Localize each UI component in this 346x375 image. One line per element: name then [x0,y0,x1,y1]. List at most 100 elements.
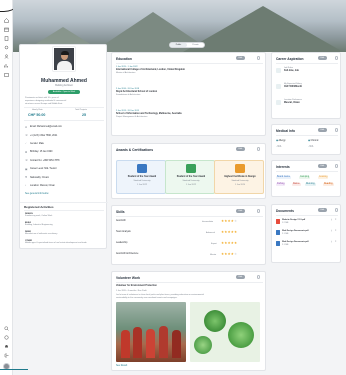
skills-card: Skills Edit AutoCAD Intermediate ★★★★★ T… [111,205,266,265]
medical-chronic-value: ◦ N/A [308,146,314,148]
logout-icon[interactable] [4,352,10,358]
more-options-icon[interactable] [335,164,339,168]
left-nav-rail [0,0,24,375]
career-aspiration-card: Career Aspiration Edit Job Roles Full-ti… [271,52,341,119]
education-title: Education [116,57,132,61]
list-item: My Expected Salary CHF 5000/Month [276,83,338,99]
profile-bio: Passionate architect with 10+ years of ex… [25,97,67,105]
bell-icon[interactable] [4,343,10,349]
volunteer-description: Led a team of volunteers to clean local … [116,294,204,299]
location-icon [276,100,281,105]
edit-career-button[interactable]: Edit [318,56,327,60]
medical-allergy: ◉ Allergy [276,140,286,142]
list-item[interactable]: Website Design V1.3.pdf 1.2 MB ⤓ × [276,219,338,230]
edit-interests-button[interactable]: Edit [318,164,327,168]
star-rating: ★★★★★ [221,230,238,234]
contact-item: ✱ Birthday: 15 Jan 1990 [25,151,53,154]
chart-icon[interactable] [4,62,10,68]
interests-title: Interests [276,165,290,169]
list-item: OTHER Mobile apps & specialized items of … [25,240,87,244]
hourly-rate-label: Hourly Rate [32,109,43,111]
close-icon: × [335,230,337,232]
list-item: Job Roles Full-time, Job [276,67,338,83]
edit-education-button[interactable]: Edit [236,56,245,60]
see-result-link[interactable]: See Result [116,365,127,367]
search-icon[interactable] [4,325,10,331]
medal-icon [137,164,147,173]
table-row: AutoCAD Intermediate ★★★★★ [116,219,238,223]
education-card: Education Edit 1 Jan 2019 - 1 Jan 2022 I… [111,52,266,136]
help-icon[interactable] [4,334,10,340]
certificate-icon [235,164,245,173]
medal-icon [186,164,196,173]
table-row: Team Analysis Advanced ★★★★★ [116,230,238,234]
see-more-link[interactable]: See general info below [25,193,48,195]
list-item[interactable]: Web Design Documents.pdf 2.1 MB ⤓ × [276,241,338,252]
award-item[interactable]: Highest Certificate in Design Stanford U… [214,160,264,194]
settings-icon[interactable] [4,44,10,50]
medical-info-card: Medical Info Edit ◉ Allergy ◉ Chronic ◦ … [271,124,341,155]
total-projects-label: Total Projects [75,109,88,111]
volunteer-card: Volunteer Work Edit Volunteer for Enviro… [111,271,266,371]
profile-title: Building Architect [55,85,73,87]
toggle-public[interactable]: Public [170,43,187,47]
medical-chronic: ◉ Chronic [308,140,319,142]
award-item[interactable]: Student of the Year Award Stanford Unive… [165,160,215,194]
more-options-icon[interactable] [335,128,339,132]
toggle-private[interactable]: Private [187,43,204,47]
calendar-icon[interactable] [4,26,10,32]
profile-photo [53,47,75,71]
contact-item: ☏ +1 (123) 4 Mar 7890, 2021 [25,134,58,138]
users-icon[interactable] [4,53,10,59]
status-badge: Available • Open to Work [48,90,80,94]
award-item[interactable]: Student of the Year Award Stanford Unive… [116,160,166,194]
edit-volunteer-button[interactable]: Edit [236,275,245,279]
contact-item: ⚑ Nationality: Omani [25,176,49,180]
star-rating: ★★★★★ [221,241,238,245]
edit-medical-button[interactable]: Edit [318,128,327,132]
edit-documents-button[interactable]: Edit [318,208,327,212]
visibility-toggle[interactable]: Public Private [169,42,205,48]
home-icon[interactable] [4,17,10,23]
list-item: BUILD Building, Industrial Engineering [25,222,53,226]
skills-title: Skills [116,210,125,214]
contact-list: ✉ Email: Muhammed@email.com ☏ +1 (123) 4 M… [25,123,62,190]
volunteer-meta: 1 Jan 2020 • 6 months • Non Profit [116,289,147,292]
awards-title: Awards & Certifications [116,148,154,152]
interest-tag: Reading [323,183,334,186]
document-icon[interactable] [4,35,10,41]
document-icon [276,230,280,235]
more-options-icon[interactable] [257,56,261,60]
interest-tag: Camping [299,176,311,179]
list-item: 1 Jan 2019 - 1 Jan 2022 International Co… [116,66,185,74]
documents-list: Website Design V1.3.pdf 1.2 MB ⤓ × Web D… [276,219,338,252]
hourly-rate-value: CHF 50.00 [28,112,46,117]
more-options-icon[interactable] [257,147,261,151]
edit-skills-button[interactable]: Edit [236,209,245,213]
total-projects-value: 25 [82,112,86,117]
interest-tag: Cooking [318,176,329,179]
interests-card: Interests Edit Board Game Camping Cookin… [271,160,341,197]
contact-item: ✉ Email: Muhammed@email.com [25,126,62,129]
download-icon: ⤓ [331,230,333,232]
more-options-icon[interactable] [257,209,261,213]
edit-awards-button[interactable]: Edit [236,147,245,151]
more-options-icon[interactable] [257,275,261,279]
registered-activities-list: DESIGN Freelancing work, Online Work BUIL… [25,213,103,249]
interest-tag: Board Game [276,176,292,179]
interest-tag: Fishing [276,183,286,186]
star-rating: ★★★★★ [221,219,238,223]
more-options-icon[interactable] [335,56,339,60]
briefcase-icon[interactable] [4,71,10,77]
interest-tag: Dance [292,183,301,186]
interest-tag: Running [305,183,316,186]
list-item[interactable]: Web Design Documents.pdf 2.1 MB ⤓ × [276,230,338,241]
document-icon [276,241,280,246]
contact-item: ☏ Contact No: +966 5454 7878 [25,159,60,163]
documents-card: Documents Edit Website Design V1.3.pdf 1… [271,204,341,263]
list-item: 2 Jan 2016 - 20 Dec 2018 Royal Architect… [116,88,158,96]
more-options-icon[interactable] [335,208,339,212]
volunteer-photo-plants[interactable] [190,302,260,362]
registered-activities-title: Registered Activities [24,205,54,209]
volunteer-photo-group[interactable] [116,302,186,362]
